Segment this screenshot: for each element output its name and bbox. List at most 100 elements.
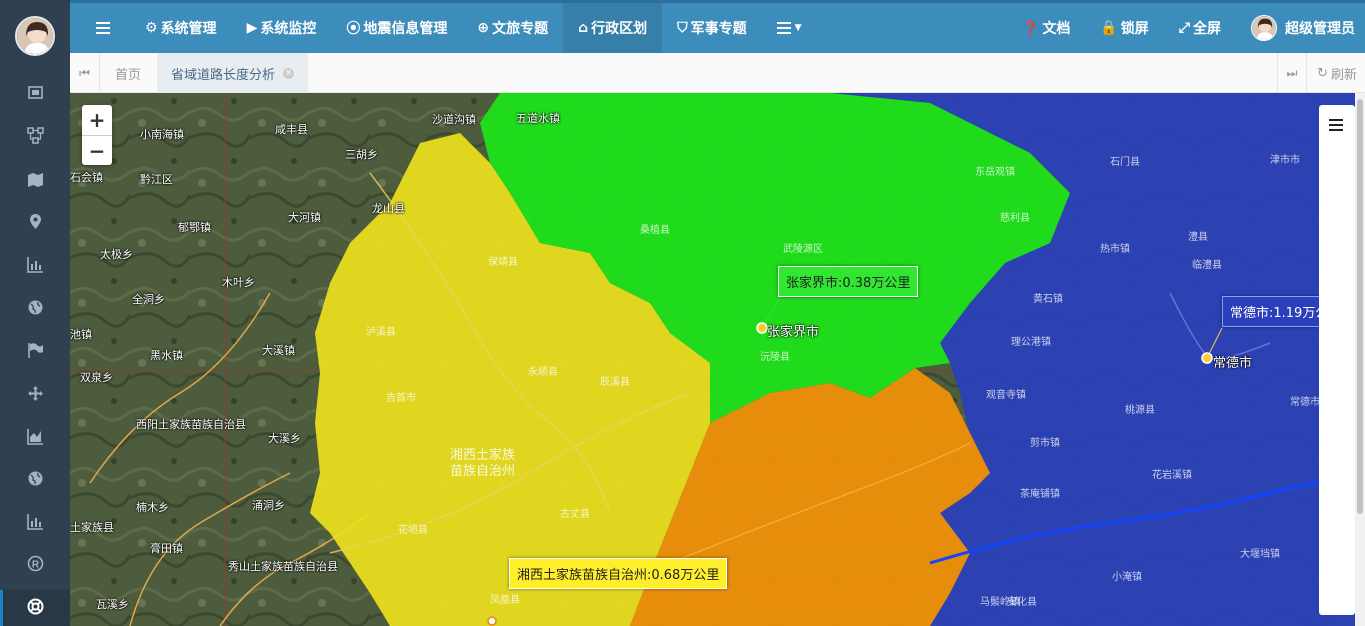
top-navbar: ⚙ 系统管理 ▶ 系统监控 ⦿ 地震信息管理 ⊕ 文旅专题 ⌂ 行政区划 ⛉ 军事专题 ▼ ❓ 文档 🔒…: [70, 0, 1365, 53]
zoom-out-button[interactable]: −: [82, 135, 112, 165]
refresh-label: 刷新: [1330, 67, 1357, 83]
place-label: 大河镇: [288, 211, 321, 224]
place-label: 桑植县: [640, 225, 670, 236]
area-chart-icon: [26, 428, 43, 445]
refresh-icon: ↻: [1317, 65, 1328, 81]
registered-icon: R: [27, 555, 43, 571]
place-label: 慈利县: [1000, 213, 1030, 224]
zhangjiajie-callout[interactable]: 张家界市:0.38万公里: [778, 266, 919, 297]
sidebar: R: [0, 0, 70, 626]
sidebar-item-9[interactable]: [0, 421, 70, 451]
tab-current-label: 省域道路长度分析: [171, 67, 276, 83]
nav-item-4[interactable]: ⊕ 文旅专题: [462, 3, 563, 53]
place-label: 瓦溪乡: [96, 598, 129, 611]
caret-down-icon: ▼: [794, 23, 802, 33]
docs-button[interactable]: ❓ 文档: [1007, 3, 1085, 53]
bar-chart-icon: [26, 256, 43, 273]
place-label: 池镇: [70, 328, 92, 341]
sidebar-item-2[interactable]: [0, 120, 70, 150]
place-label: 泸溪县: [366, 327, 396, 338]
sidebar-item-6[interactable]: [0, 292, 70, 322]
place-label: 永顺县: [528, 367, 558, 378]
sidebar-item-7[interactable]: [0, 335, 70, 365]
tab-home[interactable]: 首页: [101, 53, 155, 93]
place-label: 花岩溪镇: [1152, 470, 1192, 481]
nav-item-label: 地震信息管理: [363, 21, 448, 37]
layer-panel-toggle[interactable]: [1319, 105, 1355, 615]
nav-item-3[interactable]: ⦿ 地震信息管理: [331, 3, 462, 53]
lock-icon: 🔒: [1100, 20, 1118, 36]
nav-item-1[interactable]: ⚙ 系统管理: [130, 3, 232, 53]
bar-chart-icon: [26, 513, 43, 530]
fullscreen-label: 全屏: [1193, 21, 1221, 37]
tab-close-icon[interactable]: ×: [283, 67, 295, 79]
place-label: 双泉乡: [80, 371, 113, 384]
tab-road-length-analysis[interactable]: 省域道路长度分析 ×: [157, 53, 309, 93]
sidebar-item-13[interactable]: [0, 591, 70, 621]
map-view[interactable]: 张家界市:0.38万公里 湘西土家族苗族自治州:0.68万公里 常德市:1.19…: [70, 93, 1355, 626]
place-label: 楠木乡: [136, 501, 169, 514]
user-menu[interactable]: 超级管理员: [1236, 3, 1365, 53]
place-label: 沅陵县: [760, 352, 790, 363]
user-avatar: [1251, 15, 1277, 41]
sidebar-item-11[interactable]: [0, 506, 70, 536]
place-label: 龙山县: [372, 202, 405, 215]
nav-item-2[interactable]: ▶ 系统监控: [232, 3, 332, 53]
network-icon: [26, 126, 44, 144]
xiangxi-callout[interactable]: 湘西土家族苗族自治州:0.68万公里: [509, 558, 728, 589]
gear-icon: ⚙: [145, 20, 158, 36]
place-label: 涌洞乡: [252, 499, 285, 512]
sidebar-item-8[interactable]: [0, 378, 70, 408]
globe-icon: [28, 471, 42, 485]
lock-label: 锁屏: [1120, 21, 1149, 37]
lock-screen-button[interactable]: 🔒 锁屏: [1085, 3, 1163, 53]
place-label: 木叶乡: [222, 276, 255, 289]
place-label: 理公港镇: [1011, 337, 1051, 348]
map-marker-icon: [29, 213, 41, 229]
sidebar-item-12[interactable]: R: [0, 548, 70, 578]
sidebar-item-10[interactable]: [0, 463, 70, 493]
page-scrollbar[interactable]: [1355, 93, 1365, 626]
tab-home-label: 首页: [115, 67, 142, 83]
tab-scroll-right-button[interactable]: ⏭: [1277, 53, 1307, 93]
place-label: 全洞乡: [132, 293, 165, 306]
place-label: 咸丰县: [275, 123, 308, 136]
nav-item-label: 行政区划: [591, 21, 648, 37]
sidebar-item-1[interactable]: [0, 77, 70, 107]
svg-text:R: R: [31, 559, 39, 570]
question-circle-icon: ❓: [1021, 21, 1040, 37]
place-label: 大溪乡: [268, 432, 301, 445]
scrollbar-thumb[interactable]: [1357, 99, 1363, 514]
place-label: 古丈县: [560, 509, 590, 520]
user-name: 超级管理员: [1285, 21, 1355, 37]
fullscreen-button[interactable]: ⤢ 全屏: [1164, 3, 1236, 53]
nav-item-6[interactable]: ⛉ 军事专题: [662, 3, 762, 53]
place-label: 武陵源区: [783, 244, 823, 255]
place-label: 常德市: [1290, 397, 1320, 408]
place-label: 黄石镇: [1033, 294, 1063, 305]
nav-item-5[interactable]: ⌂ 行政区划: [563, 3, 663, 53]
nav-item-label: 系统管理: [160, 21, 217, 37]
avatar[interactable]: [15, 16, 55, 56]
more-menu-button[interactable]: ▼: [762, 3, 817, 53]
sidebar-item-3[interactable]: [0, 164, 70, 194]
zoom-in-button[interactable]: +: [82, 105, 112, 135]
expand-icon: ⤢: [1178, 20, 1190, 36]
sidebar-item-4[interactable]: [0, 206, 70, 236]
zhangjiajie-marker: [756, 322, 768, 334]
shield-icon: ⛉: [677, 20, 688, 36]
menu-toggle-button[interactable]: [70, 3, 130, 53]
place-label: 土家族县: [70, 521, 114, 534]
place-label: 五道水镇: [516, 112, 560, 125]
place-label: 安化县: [1007, 597, 1037, 608]
place-label: 茶庵铺镇: [1020, 489, 1060, 500]
refresh-button[interactable]: ↻ 刷新: [1317, 53, 1357, 93]
tab-scroll-left-button[interactable]: ⏮: [70, 53, 100, 93]
list-icon: [776, 22, 791, 34]
nav-item-label: 系统监控: [260, 21, 317, 37]
double-right-icon: ⏭: [1286, 65, 1298, 80]
map-icon: [27, 172, 43, 187]
double-left-icon: ⏮: [79, 65, 90, 80]
nav-item-label: 军事专题: [690, 21, 747, 37]
sidebar-item-5[interactable]: [0, 249, 70, 279]
